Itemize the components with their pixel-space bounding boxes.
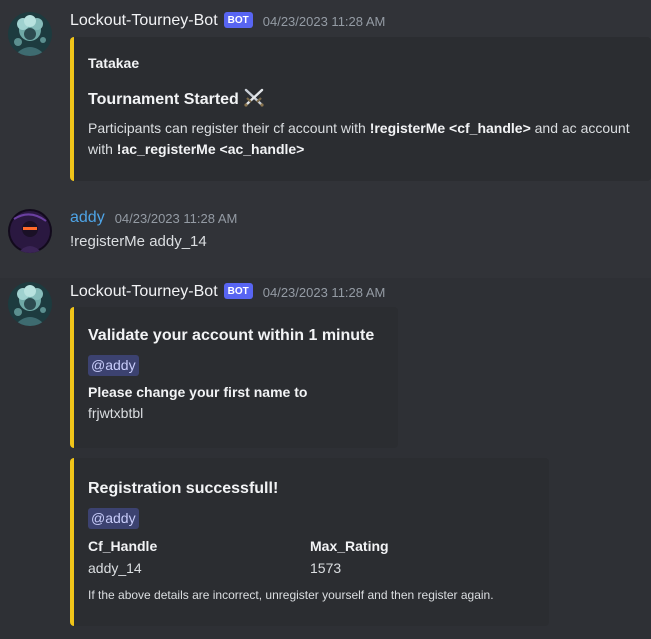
message-bot-registration: Registration successfull! @addy Cf_Handl… xyxy=(0,453,651,639)
field-value: addy_14 xyxy=(88,560,142,576)
user-mention[interactable]: @addy xyxy=(88,355,139,376)
embed-title: Validate your account within 1 minute xyxy=(88,327,375,344)
field-name: Max_Rating xyxy=(310,538,389,554)
embed-description: Participants can register their cf accou… xyxy=(88,118,637,160)
desc-text: Participants can register their cf accou… xyxy=(88,120,370,136)
embed-title-text: Tournament Started xyxy=(88,90,239,108)
embed-author: Tatakae xyxy=(88,55,140,71)
timestamp: 04/23/2023 11:28 AM xyxy=(262,13,386,29)
embed-tournament: Tatakae Tournament Started Participants … xyxy=(70,37,651,181)
chat-messages: Lockout-Tourney-Bot BOT 04/23/2023 11:28… xyxy=(0,0,651,639)
embed-title: Registration successfull! xyxy=(88,480,279,497)
field-cf-handle: Cf_Handle addy_14 xyxy=(88,538,310,576)
message-content: !registerMe addy_14 xyxy=(70,233,207,250)
field-value: frjwtxbtbl xyxy=(88,405,144,421)
message-header: Lockout-Tourney-Bot BOT 04/23/2023 11:28… xyxy=(70,283,385,301)
addy-avatar[interactable] xyxy=(8,209,52,253)
timestamp: 04/23/2023 11:28 AM xyxy=(114,210,238,226)
field-name: Please change your first name to xyxy=(88,384,308,400)
embed-title: Tournament Started xyxy=(88,87,637,112)
command-ac-registerme: !ac_registerMe <ac_handle> xyxy=(116,141,305,157)
message-header: addy 04/23/2023 11:28 AM xyxy=(70,209,237,227)
message-bot-tournament: Lockout-Tourney-Bot BOT 04/23/2023 11:28… xyxy=(0,0,651,190)
embed-registration: Registration successfull! @addy Cf_Handl… xyxy=(70,458,549,626)
username[interactable]: addy xyxy=(70,209,105,227)
embed-fields: Cf_Handle addy_14 Max_Rating 1573 xyxy=(88,538,535,576)
field-name: Cf_Handle xyxy=(88,538,158,554)
bot-avatar[interactable] xyxy=(8,282,52,326)
message-bot-validate: Lockout-Tourney-Bot BOT 04/23/2023 11:28… xyxy=(0,278,651,453)
bot-tag: BOT xyxy=(223,283,253,299)
message-header: Lockout-Tourney-Bot BOT 04/23/2023 11:28… xyxy=(70,12,385,30)
command-registerme: !registerMe <cf_handle> xyxy=(369,120,531,136)
timestamp: 04/23/2023 11:28 AM xyxy=(262,284,386,300)
field-max-rating: Max_Rating 1573 xyxy=(310,538,389,576)
embed-footer: If the above details are incorrect, unre… xyxy=(88,588,494,602)
crossed-swords-icon xyxy=(243,87,265,112)
bot-tag: BOT xyxy=(223,12,253,28)
username[interactable]: Lockout-Tourney-Bot xyxy=(70,12,218,30)
bot-avatar[interactable] xyxy=(8,12,52,56)
message-addy: addy 04/23/2023 11:28 AM !registerMe add… xyxy=(0,195,651,275)
embed-validate: Validate your account within 1 minute @a… xyxy=(70,307,398,448)
user-mention[interactable]: @addy xyxy=(88,508,139,529)
username[interactable]: Lockout-Tourney-Bot xyxy=(70,283,218,301)
field-value: 1573 xyxy=(310,560,342,576)
